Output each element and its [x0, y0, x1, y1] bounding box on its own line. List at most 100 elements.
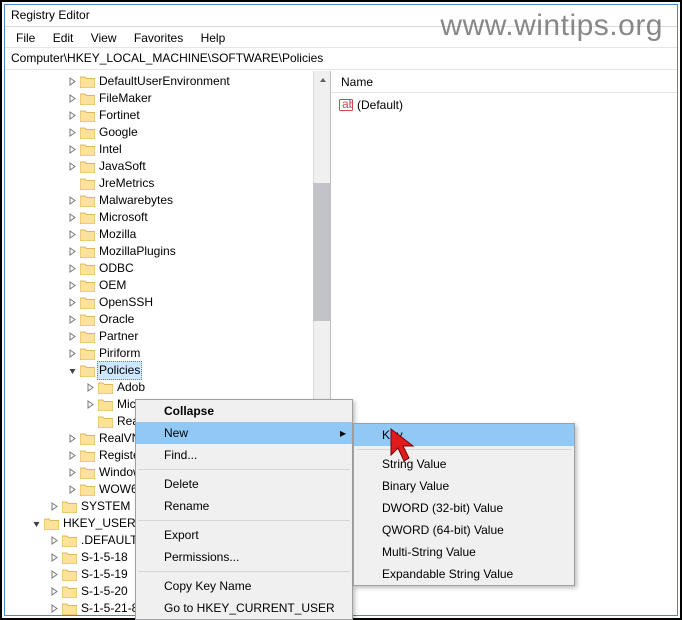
ctx-find[interactable]: Find...: [136, 444, 352, 466]
chevron-right-icon[interactable]: [47, 534, 61, 548]
tree-item[interactable]: MozillaPlugins: [7, 243, 330, 260]
chevron-right-icon[interactable]: [65, 228, 79, 242]
chevron-right-icon[interactable]: [65, 483, 79, 497]
ctx-permissions[interactable]: Permissions...: [136, 546, 352, 568]
chevron-right-icon[interactable]: [65, 109, 79, 123]
tree-item[interactable]: Piriform: [7, 345, 330, 362]
chevron-right-icon[interactable]: [65, 449, 79, 463]
chevron-right-icon[interactable]: [83, 398, 97, 412]
tree-item[interactable]: Malwarebytes: [7, 192, 330, 209]
ctx-export[interactable]: Export: [136, 524, 352, 546]
tree-item[interactable]: Google: [7, 124, 330, 141]
folder-icon: [79, 160, 95, 174]
chevron-right-icon[interactable]: [65, 313, 79, 327]
chevron-right-icon[interactable]: [65, 347, 79, 361]
chevron-right-icon[interactable]: [65, 92, 79, 106]
tree-item[interactable]: Mozilla: [7, 226, 330, 243]
tree-item[interactable]: Microsoft: [7, 209, 330, 226]
tree-item-label: S-1-5-20: [79, 583, 130, 600]
tree-item[interactable]: OpenSSH: [7, 294, 330, 311]
chevron-right-icon[interactable]: [65, 432, 79, 446]
tree-item-label: Oracle: [97, 311, 136, 328]
folder-icon: [79, 330, 95, 344]
tree-item-label: ODBC: [97, 260, 136, 277]
menu-edit[interactable]: Edit: [46, 29, 81, 47]
tree-item-label: FileMaker: [97, 90, 154, 107]
folder-icon: [43, 517, 59, 531]
menu-favorites[interactable]: Favorites: [127, 29, 190, 47]
tree-item[interactable]: DefaultUserEnvironment: [7, 73, 330, 90]
scrollbar-thumb[interactable]: [313, 183, 330, 321]
value-row-default[interactable]: ab (Default): [339, 97, 669, 113]
folder-icon: [61, 568, 77, 582]
tree-item[interactable]: Partner: [7, 328, 330, 345]
ctx-new-multistring[interactable]: Multi-String Value: [354, 541, 574, 563]
chevron-right-icon[interactable]: [65, 211, 79, 225]
chevron-right-icon[interactable]: [65, 245, 79, 259]
chevron-down-icon[interactable]: [29, 517, 43, 531]
chevron-right-icon[interactable]: [65, 126, 79, 140]
tree-item[interactable]: JavaSoft: [7, 158, 330, 175]
tree-item[interactable]: Oracle: [7, 311, 330, 328]
ctx-new-dword[interactable]: DWORD (32-bit) Value: [354, 497, 574, 519]
menu-view[interactable]: View: [84, 29, 124, 47]
tree-item[interactable]: JreMetrics: [7, 175, 330, 192]
ctx-rename[interactable]: Rename: [136, 495, 352, 517]
ctx-new-string[interactable]: String Value: [354, 453, 574, 475]
tree-item-label: Piriform: [97, 345, 142, 362]
menu-file[interactable]: File: [9, 29, 42, 47]
ctx-collapse[interactable]: Collapse: [136, 400, 352, 422]
chevron-right-icon[interactable]: [65, 279, 79, 293]
chevron-right-icon[interactable]: [65, 466, 79, 480]
address-path: Computer\HKEY_LOCAL_MACHINE\SOFTWARE\Pol…: [11, 51, 323, 65]
chevron-right-icon[interactable]: [65, 330, 79, 344]
chevron-right-icon[interactable]: [65, 143, 79, 157]
tree-item-label: HKEY_USERS: [61, 515, 146, 532]
tree-item[interactable]: Policies: [7, 362, 330, 379]
chevron-right-icon[interactable]: [47, 568, 61, 582]
chevron-right-icon[interactable]: [65, 194, 79, 208]
submenu-arrow-icon: ▸: [340, 426, 346, 440]
tree-item[interactable]: OEM: [7, 277, 330, 294]
ctx-separator: [138, 571, 350, 572]
tree-item[interactable]: Intel: [7, 141, 330, 158]
folder-icon: [79, 177, 95, 191]
chevron-right-icon[interactable]: [83, 381, 97, 395]
value-name-default: (Default): [357, 98, 403, 112]
folder-icon: [79, 228, 95, 242]
tree-item-label: Fortinet: [97, 107, 142, 124]
ctx-goto-hkcu[interactable]: Go to HKEY_CURRENT_USER: [136, 597, 352, 619]
chevron-down-icon[interactable]: [65, 364, 79, 378]
ctx-new-key[interactable]: Key: [354, 424, 574, 446]
ctx-new-expstring[interactable]: Expandable String Value: [354, 563, 574, 585]
chevron-right-icon[interactable]: [47, 602, 61, 616]
ctx-new[interactable]: New ▸: [136, 422, 352, 444]
tree-item[interactable]: ODBC: [7, 260, 330, 277]
chevron-right-icon[interactable]: [65, 160, 79, 174]
tree-item[interactable]: Fortinet: [7, 107, 330, 124]
ctx-separator: [138, 520, 350, 521]
tree-item[interactable]: FileMaker: [7, 90, 330, 107]
chevron-right-icon[interactable]: [65, 296, 79, 310]
chevron-right-icon[interactable]: [47, 551, 61, 565]
ctx-new-qword[interactable]: QWORD (64-bit) Value: [354, 519, 574, 541]
tree-item-label: Partner: [97, 328, 140, 345]
chevron-right-icon[interactable]: [47, 585, 61, 599]
address-bar[interactable]: Computer\HKEY_LOCAL_MACHINE\SOFTWARE\Pol…: [5, 48, 677, 70]
tree-item-label: .DEFAULT: [79, 532, 139, 549]
folder-icon: [61, 500, 77, 514]
scroll-up-button[interactable]: [314, 71, 331, 88]
chevron-right-icon[interactable]: [65, 262, 79, 276]
tree-item[interactable]: Adob: [7, 379, 330, 396]
ctx-copy-key-name[interactable]: Copy Key Name: [136, 575, 352, 597]
folder-icon: [79, 313, 95, 327]
ctx-new-binary[interactable]: Binary Value: [354, 475, 574, 497]
ctx-delete[interactable]: Delete: [136, 473, 352, 495]
chevron-right-icon[interactable]: [65, 75, 79, 89]
column-header-name[interactable]: Name: [331, 71, 677, 93]
folder-icon: [79, 109, 95, 123]
tree-item-label: JreMetrics: [97, 175, 156, 192]
chevron-right-icon[interactable]: [47, 500, 61, 514]
folder-icon: [79, 211, 95, 225]
menu-help[interactable]: Help: [194, 29, 233, 47]
